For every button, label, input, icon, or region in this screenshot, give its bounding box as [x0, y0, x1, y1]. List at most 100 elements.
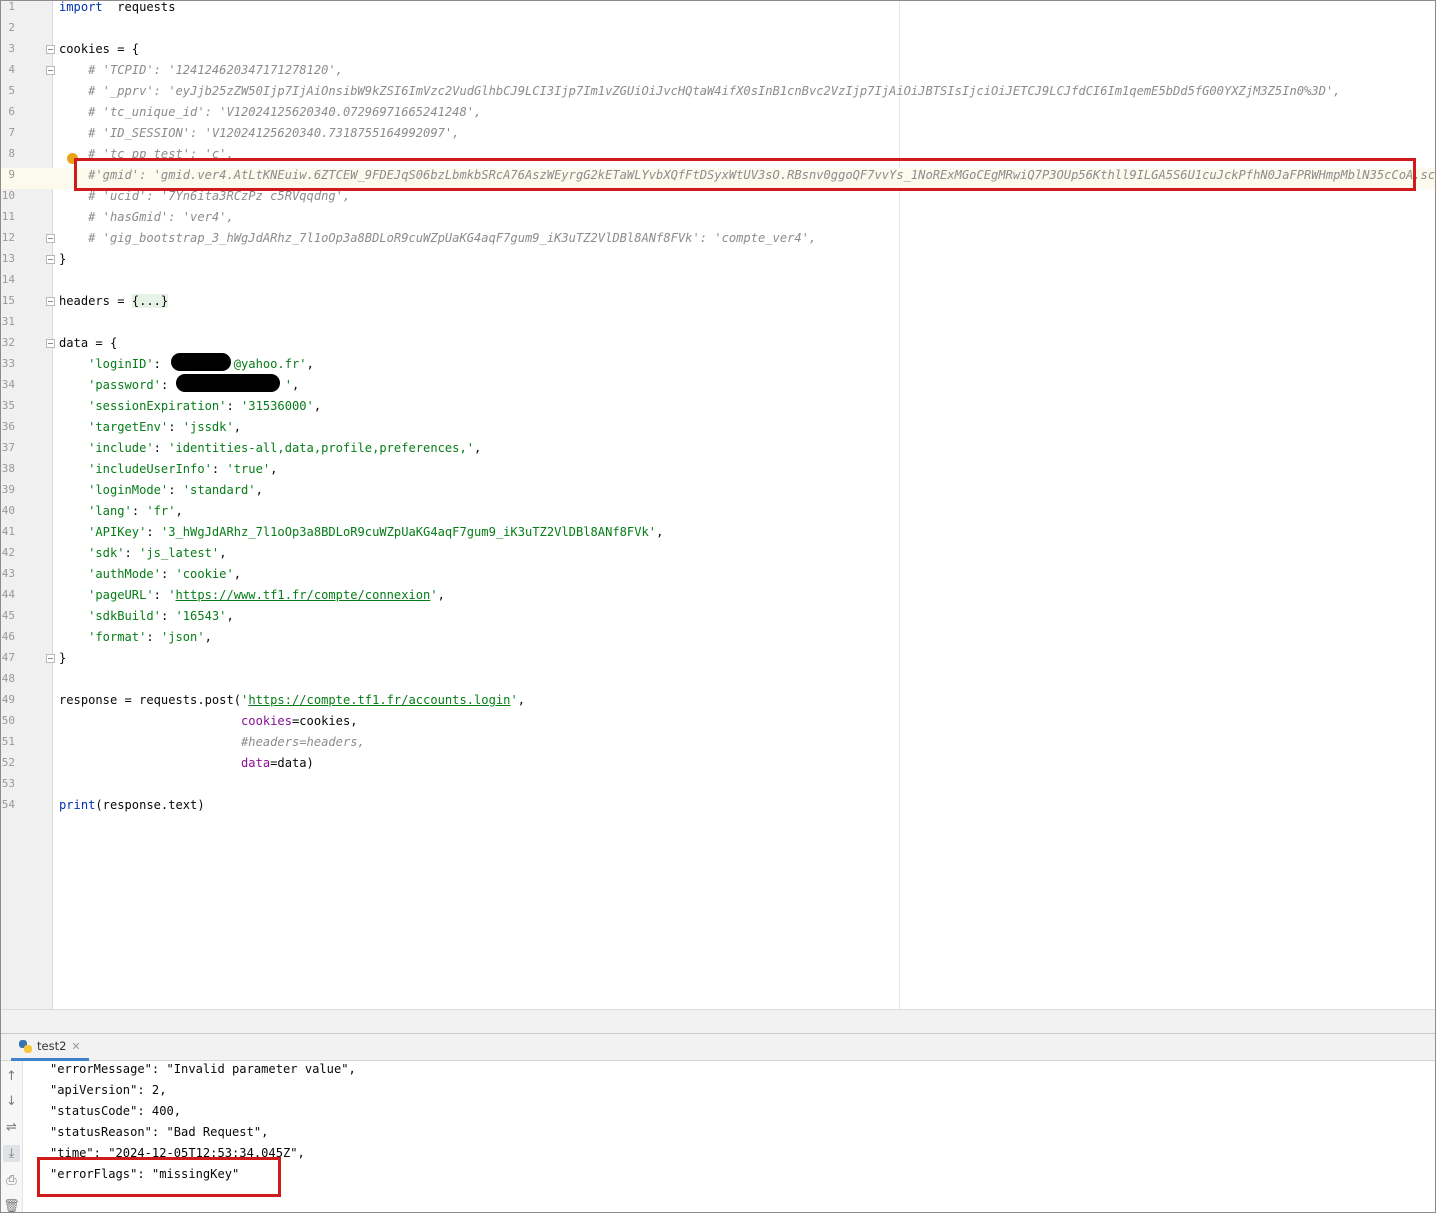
code-line[interactable]: 49 response = requests.post('https://comp…: [1, 693, 1435, 714]
code-line[interactable]: 36 'targetEnv': 'jssdk',: [1, 420, 1435, 441]
code-editor[interactable]: 1 import requests 2 3 cookies = {4 # 'TCPID'…: [1, 0, 1435, 1009]
line-number: 10: [1, 189, 15, 202]
line-number: 47: [1, 651, 15, 664]
fold-marker-icon[interactable]: [46, 66, 55, 75]
code-line[interactable]: 48: [1, 672, 1435, 693]
line-number: 54: [1, 798, 15, 811]
code-line[interactable]: 51 #headers=headers,: [1, 735, 1435, 756]
up-arrow-icon[interactable]: ↑: [3, 1068, 20, 1085]
code-line[interactable]: 6 # 'tc_unique_id': 'V12024125620340.072…: [1, 105, 1435, 126]
folded-region[interactable]: {...}: [131, 294, 169, 308]
close-icon[interactable]: ✕: [71, 1040, 80, 1053]
code-token: 'sdkBuild': [59, 609, 161, 623]
line-number: 2: [8, 21, 15, 34]
code-line[interactable]: 45 'sdkBuild': '16543',: [1, 609, 1435, 630]
code-line[interactable]: 38 'includeUserInfo': 'true',: [1, 462, 1435, 483]
code-text: 'APIKey': '3_hWgJdARhz_7l1oOp3a8BDLoR9cu…: [59, 525, 663, 539]
code-token: 'lang': [59, 504, 132, 518]
code-token: 'targetEnv': [59, 420, 169, 434]
print-icon[interactable]: ⎙: [3, 1172, 20, 1189]
code-line[interactable]: 10 # 'ucid': '7Yn6ita3RCzPz c5RVqqdng',: [1, 189, 1435, 210]
code-line[interactable]: 31: [1, 315, 1435, 336]
code-text: 'sdkBuild': '16543',: [59, 609, 234, 623]
code-url-link[interactable]: https://compte.tf1.fr/accounts.login: [248, 693, 510, 707]
code-line[interactable]: 37 'include': 'identities-all,data,profi…: [1, 441, 1435, 462]
scroll-to-end-icon[interactable]: ⤓: [3, 1145, 20, 1162]
fold-marker-icon[interactable]: [46, 297, 55, 306]
line-number: 53: [1, 777, 15, 790]
code-text: }: [59, 252, 66, 266]
code-line[interactable]: 7 # 'ID_SESSION': 'V12024125620340.73187…: [1, 126, 1435, 147]
code-line[interactable]: 52 data=data): [1, 756, 1435, 777]
code-line[interactable]: 11 # 'hasGmid': 'ver4',: [1, 210, 1435, 231]
code-line[interactable]: 5 # '_pprv': 'eyJjb25zZW50Ijp7IjAiOnsibW…: [1, 84, 1435, 105]
fold-marker-icon[interactable]: [46, 654, 55, 663]
code-token: '31536000': [241, 399, 314, 413]
code-line[interactable]: 53: [1, 777, 1435, 798]
code-line[interactable]: 47}: [1, 651, 1435, 672]
down-arrow-icon[interactable]: ↓: [3, 1093, 20, 1110]
code-token: #headers=headers,: [241, 735, 365, 749]
run-tab-test2[interactable]: test2 ✕: [11, 1034, 89, 1061]
fold-marker-icon[interactable]: [46, 255, 55, 264]
code-line[interactable]: 15 headers = {...}: [1, 294, 1435, 315]
line-number: 15: [1, 294, 15, 307]
code-line[interactable]: 1 import requests: [1, 0, 1435, 21]
code-token: # '_pprv': 'eyJjb25zZW50Ijp7IjAiOnsibW9k…: [59, 84, 1341, 98]
editor-status-strip: [1, 1009, 1435, 1033]
code-line[interactable]: 3 cookies = {: [1, 42, 1435, 63]
code-text: 'includeUserInfo': 'true',: [59, 462, 277, 476]
run-tab-label: test2: [37, 1039, 67, 1053]
console-output[interactable]: "errorMessage": "Invalid parameter value…: [37, 1061, 1435, 1187]
code-line[interactable]: 12 # 'gig_bootstrap_3_hWgJdARhz_7l1oOp3a…: [1, 231, 1435, 252]
code-line[interactable]: 50 cookies=cookies,: [1, 714, 1435, 735]
code-token: 'true': [226, 462, 271, 476]
trash-icon[interactable]: 🗑: [3, 1198, 20, 1215]
code-line[interactable]: 46 'format': 'json',: [1, 630, 1435, 651]
code-lines[interactable]: 1 import requests 2 3 cookies = {4 # 'TCPID'…: [1, 0, 1435, 819]
code-line[interactable]: 8 # 'tc_pp_test': 'c',: [1, 147, 1435, 168]
fold-marker-icon[interactable]: [46, 45, 55, 54]
code-token: import: [59, 0, 103, 14]
code-line[interactable]: 14: [1, 273, 1435, 294]
code-token: 'js_latest': [139, 546, 220, 560]
code-line[interactable]: 35 'sessionExpiration': '31536000',: [1, 399, 1435, 420]
line-number: 48: [1, 672, 15, 685]
code-token: :: [131, 504, 147, 518]
line-number: 44: [1, 588, 15, 601]
code-line[interactable]: 39 'loginMode': 'standard',: [1, 483, 1435, 504]
code-line[interactable]: 54 print(response.text): [1, 798, 1435, 819]
code-token: :: [153, 441, 169, 455]
code-text: 'format': 'json',: [59, 630, 212, 644]
code-token: :: [160, 609, 176, 623]
code-url-link[interactable]: https://www.tf1.fr/compte/connexion: [176, 588, 431, 602]
code-line[interactable]: 40 'lang': 'fr',: [1, 504, 1435, 525]
code-text: # 'tc_pp_test': 'c',: [59, 147, 234, 161]
line-number: 42: [1, 546, 15, 559]
code-token: 'cookie': [175, 567, 234, 581]
code-line[interactable]: 9 #'gmid': 'gmid.ver4.AtLtKNEuiw.6ZTCEW_…: [1, 168, 1435, 189]
line-number: 38: [1, 462, 15, 475]
code-token: # 'gig_bootstrap_3_hWgJdARhz_7l1oOp3a8BD…: [59, 231, 817, 245]
code-line[interactable]: 2: [1, 21, 1435, 42]
code-line[interactable]: 13}: [1, 252, 1435, 273]
code-token: ,: [292, 378, 300, 392]
line-number: 37: [1, 441, 15, 454]
code-token: =cookies,: [292, 714, 358, 728]
code-token: 'loginMode': [59, 483, 169, 497]
code-line[interactable]: 4 # 'TCPID': '124124620347171278120',: [1, 63, 1435, 84]
code-line[interactable]: 42 'sdk': 'js_latest',: [1, 546, 1435, 567]
code-text: 'include': 'identities-all,data,profile,…: [59, 441, 481, 455]
fold-marker-icon[interactable]: [46, 234, 55, 243]
code-line[interactable]: 44 'pageURL': 'https://www.tf1.fr/compte…: [1, 588, 1435, 609]
code-line[interactable]: 41 'APIKey': '3_hWgJdARhz_7l1oOp3a8BDLoR…: [1, 525, 1435, 546]
code-token: cookies: [241, 714, 292, 728]
code-token: # 'ucid': '7Yn6ita3RCzPz c5RVqqdng',: [59, 189, 351, 203]
code-token: response = requests.post(: [59, 693, 242, 707]
line-number: 43: [1, 567, 15, 580]
fold-marker-icon[interactable]: [46, 339, 55, 348]
code-line[interactable]: 43 'authMode': 'cookie',: [1, 567, 1435, 588]
soft-wrap-icon[interactable]: ⇌: [3, 1119, 20, 1136]
